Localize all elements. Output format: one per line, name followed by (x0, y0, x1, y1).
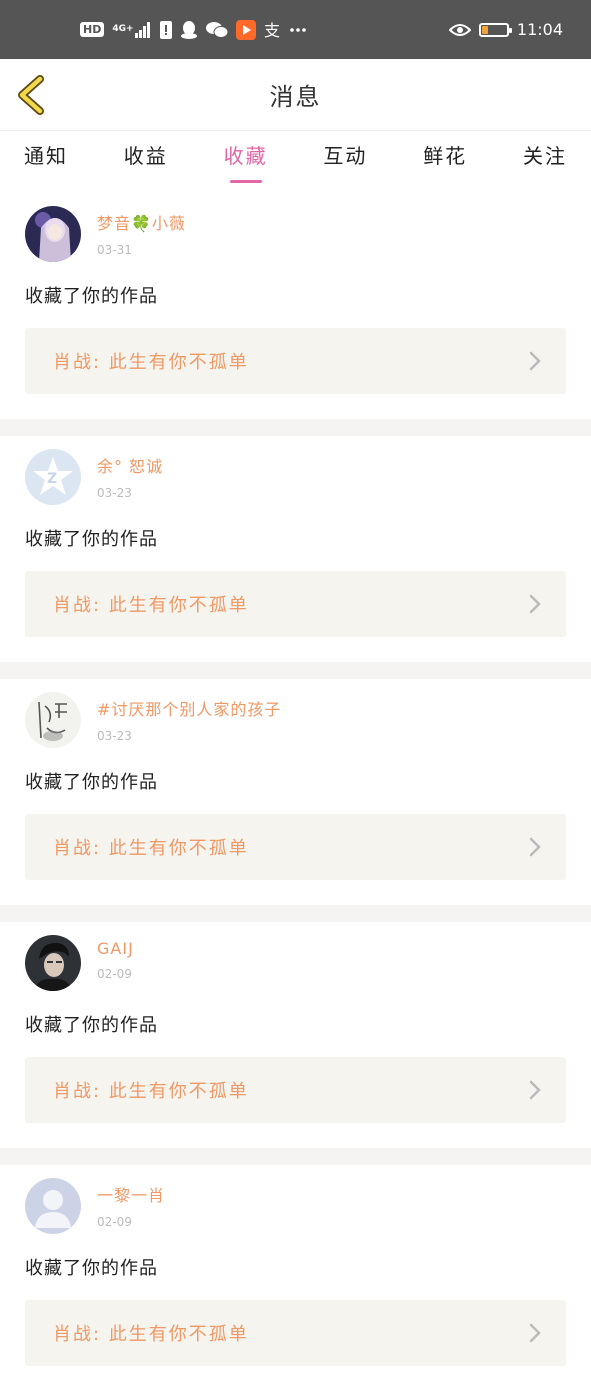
action-text: 收藏了你的作品 (25, 1015, 158, 1036)
tab-underline (229, 179, 262, 183)
work-link[interactable]: 肖战: 此生有你不孤单 (25, 814, 566, 880)
tab-bar: 通知 收益 收藏 互动 鲜花 关注 (0, 131, 591, 183)
work-title: 肖战: 此生有你不孤单 (53, 1081, 249, 1102)
work-link[interactable]: 肖战: 此生有你不孤单 (25, 328, 566, 394)
nav-header: 消息 (0, 59, 591, 131)
list-item: Z 余° 恕诚 03-23 收藏了你的作品 肖战: 此生有你不孤单 (0, 436, 591, 662)
work-title: 肖战: 此生有你不孤单 (53, 1324, 249, 1345)
tab-label: 互动 (323, 143, 368, 168)
work-title: 肖战: 此生有你不孤单 (53, 595, 249, 616)
video-app-icon (235, 19, 256, 40)
username[interactable]: GAIJ (97, 939, 134, 958)
work-link[interactable]: 肖战: 此生有你不孤单 (25, 1057, 566, 1123)
alipay-icon: 支 (264, 21, 282, 39)
divider (0, 419, 591, 436)
user-info: 一黎一肖 02-09 (97, 1182, 165, 1229)
action-text: 收藏了你的作品 (25, 1258, 158, 1279)
more-icon (289, 27, 306, 33)
svg-text:Z: Z (47, 471, 57, 487)
battery-fill (481, 25, 488, 34)
user-info: GAIJ 02-09 (97, 939, 134, 981)
action-text: 收藏了你的作品 (25, 286, 158, 307)
timestamp: 02-09 (97, 1215, 132, 1229)
list-item: 一黎一肖 02-09 收藏了你的作品 肖战: 此生有你不孤单 (0, 1165, 591, 1391)
username[interactable]: 梦音🍀小薇 (97, 210, 186, 234)
chevron-right-icon (529, 594, 541, 614)
user-row[interactable]: 一黎一肖 02-09 (25, 1178, 566, 1234)
tab-interactions[interactable]: 互动 (323, 140, 367, 173)
avatar[interactable] (25, 206, 81, 262)
tab-label: 鲜花 (423, 143, 468, 168)
chevron-right-icon (529, 1323, 541, 1343)
tab-label: 关注 (522, 143, 567, 168)
action-text: 收藏了你的作品 (25, 772, 158, 793)
tab-label: 收藏 (223, 143, 268, 168)
tab-earnings[interactable]: 收益 (124, 140, 168, 173)
chevron-right-icon (529, 1080, 541, 1100)
user-info: #讨厌那个别人家的孩子 03-23 (97, 696, 281, 743)
username[interactable]: #讨厌那个别人家的孩子 (97, 696, 281, 720)
network-type: 4G+ (112, 24, 134, 34)
qq-icon (180, 20, 198, 40)
divider (0, 662, 591, 679)
timestamp: 03-31 (97, 243, 132, 257)
tab-following[interactable]: 关注 (523, 140, 567, 173)
tab-label: 通知 (24, 143, 68, 168)
timestamp: 03-23 (97, 729, 132, 743)
list-item: GAIJ 02-09 收藏了你的作品 肖战: 此生有你不孤单 (0, 922, 591, 1148)
chevron-right-icon (529, 837, 541, 857)
timestamp: 03-23 (97, 486, 132, 500)
status-left: HD 4G+ 支 (80, 19, 306, 40)
list-item: #讨厌那个别人家的孩子 03-23 收藏了你的作品 肖战: 此生有你不孤单 (0, 679, 591, 905)
user-row[interactable]: 梦音🍀小薇 03-31 (25, 206, 566, 262)
avatar[interactable] (25, 935, 81, 991)
back-arrow-icon[interactable] (14, 75, 50, 115)
timestamp: 02-09 (97, 967, 132, 981)
sim-alert-icon (159, 20, 172, 39)
avatar[interactable] (25, 692, 81, 748)
tab-flowers[interactable]: 鲜花 (423, 140, 467, 173)
avatar[interactable] (25, 1178, 81, 1234)
work-title: 肖战: 此生有你不孤单 (53, 352, 249, 373)
eye-comfort-icon (448, 23, 471, 37)
wechat-icon (205, 21, 228, 39)
username[interactable]: 余° 恕诚 (97, 453, 163, 477)
signal-icon: 4G+ (112, 21, 151, 38)
divider (0, 1148, 591, 1165)
chevron-right-icon (529, 351, 541, 371)
avatar[interactable]: Z (25, 449, 81, 505)
user-info: 余° 恕诚 03-23 (97, 453, 163, 500)
action-text: 收藏了你的作品 (25, 529, 158, 550)
divider (0, 905, 591, 922)
list-item: 梦音🍀小薇 03-31 收藏了你的作品 肖战: 此生有你不孤单 (0, 193, 591, 419)
tab-label: 收益 (123, 143, 168, 168)
status-bar: HD 4G+ 支 11:04 (0, 0, 591, 59)
clock: 11:04 (516, 20, 563, 39)
username[interactable]: 一黎一肖 (97, 1182, 165, 1206)
user-info: 梦音🍀小薇 03-31 (97, 210, 186, 257)
user-row[interactable]: Z 余° 恕诚 03-23 (25, 449, 566, 505)
user-row[interactable]: GAIJ 02-09 (25, 935, 566, 991)
svg-text:支: 支 (264, 21, 280, 39)
tab-notifications[interactable]: 通知 (24, 140, 68, 173)
user-row[interactable]: #讨厌那个别人家的孩子 03-23 (25, 692, 566, 748)
status-right: 11:04 (448, 20, 563, 39)
page-title: 消息 (269, 83, 322, 111)
hd-badge: HD (80, 22, 105, 37)
work-link[interactable]: 肖战: 此生有你不孤单 (25, 571, 566, 637)
favorites-list: 梦音🍀小薇 03-31 收藏了你的作品 肖战: 此生有你不孤单 Z 余° 恕诚 … (0, 193, 591, 1391)
tab-favorites[interactable]: 收藏 (223, 140, 268, 183)
work-title: 肖战: 此生有你不孤单 (53, 838, 249, 859)
work-link[interactable]: 肖战: 此生有你不孤单 (25, 1300, 566, 1366)
battery-icon (478, 22, 512, 37)
